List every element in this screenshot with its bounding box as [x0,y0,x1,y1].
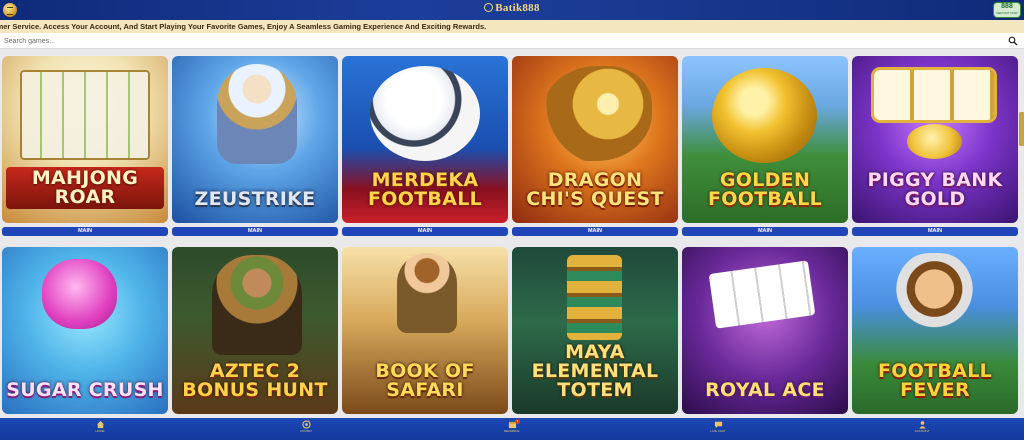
search-bar [0,33,1024,49]
main-tag-button[interactable]: MAIN [682,227,848,236]
game-title: ROYAL ACE [705,379,825,401]
wallet-subtext: DEPOSIT NOW [996,11,1018,15]
slot-reels-art [874,70,994,120]
game-card[interactable]: AZTEC 2 BONUS HUNT [172,247,338,414]
game-thumbnail[interactable]: MERDEKA FOOTBALL [342,56,508,223]
game-title: FOOTBALL FEVER [877,360,993,401]
football-player-art [892,253,977,343]
main-tag-button[interactable]: MAIN [2,227,168,236]
game-card[interactable]: PIGGY BANK GOLD MAIN [852,56,1018,236]
game-thumbnail[interactable]: DRAGON CHI'S QUEST [512,56,678,223]
game-title: MAYA ELEMENTAL TOTEM [531,341,659,401]
playing-cards-art [708,260,816,329]
game-thumbnail[interactable]: SUGAR CRUSH [2,247,168,414]
game-title: MERDEKA FOOTBALL [367,169,483,210]
game-card[interactable]: FOOTBALL FEVER [852,247,1018,414]
game-thumbnail[interactable]: GOLDEN FOOTBALL [682,56,848,223]
nav-label: LIVE CHAT [710,429,726,433]
game-thumbnail[interactable]: ZEUSTRIKE [172,56,338,223]
game-thumbnail[interactable]: MAHJONG ROAR [2,56,168,223]
chat-icon [714,421,722,429]
brand-name: Batik888 [495,2,540,14]
game-card[interactable]: MAYA ELEMENTAL TOTEM [512,247,678,414]
nav-label: REFERRAL [503,429,520,433]
game-card[interactable]: SUGAR CRUSH [2,247,168,414]
nav-label: ACCOUNT [914,429,930,433]
nav-home[interactable]: HOME [80,420,120,438]
game-card[interactable]: DRAGON CHI'S QUEST MAIN [512,56,678,236]
nav-label: PROMO [300,429,312,433]
game-thumbnail[interactable]: BOOK OF SAFARI [342,247,508,414]
game-title: PIGGY BANK GOLD [867,169,1003,210]
game-title: SUGAR CRUSH [6,379,164,401]
game-title: MAHJONG ROAR [6,167,164,209]
game-title: GOLDEN FOOTBALL [707,169,823,210]
wallet-button[interactable]: 888 DEPOSIT NOW [993,2,1021,18]
main-tag-button[interactable]: MAIN [172,227,338,236]
account-icon [918,421,926,429]
football-art [370,66,480,161]
game-thumbnail[interactable]: PIGGY BANK GOLD [852,56,1018,223]
nav-account[interactable]: ACCOUNT [902,420,942,438]
game-card[interactable]: BOOK OF SAFARI [342,247,508,414]
game-title: BOOK OF SAFARI [375,360,475,401]
totem-art [567,255,622,340]
logo-icon [484,3,494,12]
announcement-text: omer Service. Access Your Account, And S… [0,22,487,31]
gift-icon [301,420,311,429]
game-card[interactable]: GOLDEN FOOTBALL MAIN [682,56,848,236]
piggy-bank-art [907,124,962,159]
home-icon [96,420,104,429]
gummy-bear-art [42,259,117,329]
aztec-warrior-art [212,255,302,355]
game-thumbnail[interactable]: FOOTBALL FEVER [852,247,1018,414]
bottom-navigation: HOME PROMO 1 REFERRAL LIVE CHAT ACCOUNT [0,418,1024,440]
game-title: ZEUSTRIKE [194,188,316,210]
main-tag-button[interactable]: MAIN [512,227,678,236]
game-card[interactable]: ZEUSTRIKE MAIN [172,56,338,236]
explorer-art [397,253,457,333]
notification-badge: 1 [515,419,520,424]
game-card[interactable]: MERDEKA FOOTBALL MAIN [342,56,508,236]
nav-referral[interactable]: 1 REFERRAL [492,419,532,438]
nav-promo[interactable]: PROMO [286,420,326,438]
announcement-marquee: omer Service. Access Your Account, And S… [0,20,1024,33]
game-card[interactable]: MAHJONG ROAR MAIN [2,56,168,236]
game-thumbnail[interactable]: MAYA ELEMENTAL TOTEM [512,247,678,414]
game-thumbnail[interactable]: AZTEC 2 BONUS HUNT [172,247,338,414]
game-card[interactable]: ROYAL ACE [682,247,848,414]
mahjong-tiles-art [20,70,150,160]
nav-live-chat[interactable]: LIVE CHAT [698,420,738,438]
top-bar: Batik888 888 DEPOSIT NOW [0,0,1024,20]
game-thumbnail[interactable]: ROYAL ACE [682,247,848,414]
side-drawer-tab[interactable] [1019,112,1024,146]
brand-logo[interactable]: Batik888 [0,2,1024,14]
main-tag-button[interactable]: MAIN [342,227,508,236]
search-icon[interactable] [1008,36,1018,46]
main-tag-button[interactable]: MAIN [852,227,1018,236]
search-input[interactable] [4,35,994,47]
golden-ball-art [712,68,817,163]
wallet-value: 888 [1001,3,1013,10]
nav-label: HOME [95,429,105,433]
dragon-art [542,66,652,161]
game-title: AZTEC 2 BONUS HUNT [182,360,328,401]
game-title: DRAGON CHI'S QUEST [526,169,664,210]
zeus-figure-art [217,64,297,164]
